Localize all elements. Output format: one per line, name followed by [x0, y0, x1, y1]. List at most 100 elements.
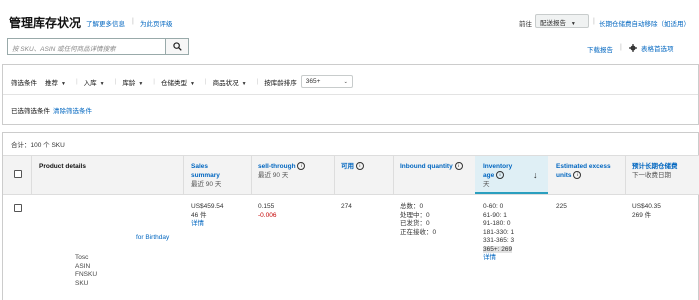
- row-checkbox[interactable]: [14, 204, 22, 212]
- ltsf-units: 269 件: [632, 211, 652, 219]
- search-icon: [172, 42, 182, 51]
- page-title: 管理库存状况: [9, 16, 82, 30]
- search-input[interactable]: 按 SKU、ASIN 或任何商品详情搜索: [7, 38, 165, 55]
- product-asin: ASIN: [75, 262, 91, 270]
- filter-panel: 筛选条件 推荐 ▼ | 入库 ▼ | 库龄 ▼ | 仓储类型 ▼ | 商品状况 ▼ | 按…: [2, 64, 699, 125]
- gear-icon: [629, 44, 637, 52]
- chevron-down-icon: ▼: [570, 21, 576, 27]
- divider: [251, 156, 252, 194]
- inbound-cell: 总数：0 处理中：0 已发货：0 正在接收：0: [400, 203, 436, 237]
- chevron-down-icon: ▼: [99, 80, 105, 87]
- chevron-down-icon: ⌄: [343, 79, 348, 85]
- divider: |: [114, 78, 117, 85]
- header-ltsf[interactable]: 预计长期仓储费 下一收费日期: [632, 162, 678, 180]
- divider: [183, 156, 184, 194]
- header-product-details: Product details: [39, 163, 86, 170]
- applied-filters: 已选筛选条件 清除筛选条件: [11, 105, 92, 115]
- chevron-down-icon: ▼: [241, 80, 247, 87]
- header-excess-line2: units: [556, 172, 572, 179]
- filter-inbound[interactable]: 入库 ▼: [84, 77, 105, 87]
- go-to-label: 前往: [519, 21, 532, 28]
- inventory-table: 合计：100 个 SKU Product details Sales summa…: [2, 132, 699, 300]
- select-all-checkbox[interactable]: [14, 170, 22, 178]
- learn-more-link[interactable]: 了解更多信息: [86, 18, 125, 28]
- header-age-line2: age: [483, 172, 495, 179]
- age-bucket: 61-90: 1: [483, 211, 507, 219]
- age-bucket: 0-60: 0: [483, 203, 504, 210]
- age-bucket: 181-330: 1: [483, 228, 515, 236]
- header-inventory-age[interactable]: Inventory age i 天: [483, 162, 512, 189]
- divider: |: [620, 44, 622, 51]
- inbound-working: 处理中：0: [400, 211, 430, 219]
- header-sales-line2: summary: [191, 172, 220, 179]
- divider: [3, 94, 698, 95]
- table-settings-button[interactable]: 表格首选项: [629, 43, 674, 53]
- product-brand: Tosc: [75, 254, 89, 261]
- age-detail-link[interactable]: 详情: [483, 254, 514, 263]
- total-count: 合计：100 个 SKU: [11, 142, 65, 149]
- header-inbound-label: Inbound quantity: [400, 163, 453, 170]
- sort-down-arrow-icon[interactable]: ↓: [533, 170, 538, 180]
- filter-storage-type[interactable]: 仓储类型 ▼: [161, 77, 195, 87]
- inbound-shipped: 已发货：0: [400, 220, 430, 227]
- filter-label-text: 商品状况: [212, 79, 239, 87]
- age-bucket: 331-365: 3: [483, 237, 515, 244]
- filter-condition[interactable]: 商品状况 ▼: [213, 77, 247, 87]
- info-icon[interactable]: i: [297, 162, 306, 171]
- header-excess-line1: Estimated excess: [556, 163, 611, 170]
- info-icon[interactable]: i: [573, 171, 582, 180]
- filter-recommended[interactable]: 推荐 ▼: [45, 77, 66, 87]
- divider: |: [153, 78, 155, 85]
- table-header: Product details Sales summary 最近 90 天 se…: [3, 155, 699, 195]
- product-identifiers: Tosc ASIN FNSKU SKU: [75, 254, 97, 288]
- divider: [334, 156, 335, 194]
- header-available[interactable]: 可用 i: [341, 162, 364, 171]
- inbound-total: 总数：0: [400, 203, 424, 210]
- product-title-fragment[interactable]: for Birthday: [136, 234, 169, 243]
- header-sales-summary[interactable]: Sales summary 最近 90 天: [191, 162, 221, 189]
- header-inbound-quantity[interactable]: Inbound quantity i: [400, 162, 463, 171]
- info-icon[interactable]: i: [355, 162, 364, 171]
- go-to-select[interactable]: 配送报告 ▼: [535, 14, 589, 28]
- header-sell-through-sub: 最近 90 天: [258, 172, 289, 179]
- chevron-down-icon: ▼: [138, 80, 144, 87]
- product-sku: SKU: [75, 279, 89, 287]
- sales-value: US$459.54: [191, 203, 224, 210]
- sales-detail-link[interactable]: 详情: [191, 220, 224, 229]
- header-ltsf-sub: 下一收费日期: [632, 172, 671, 179]
- info-icon[interactable]: i: [454, 162, 463, 171]
- available-value: 274: [341, 203, 352, 210]
- header-age-sub: 天: [483, 181, 490, 188]
- header-estimated-excess[interactable]: Estimated excess units i: [556, 162, 611, 180]
- search-button[interactable]: [165, 38, 189, 55]
- divider: |: [593, 18, 595, 25]
- header-sales-sub: 最近 90 天: [191, 181, 222, 188]
- header-sales-line1: Sales: [191, 163, 208, 170]
- sell-through-change: -0.006: [258, 211, 277, 219]
- divider: [625, 156, 626, 194]
- download-report-link[interactable]: 下载报告: [587, 44, 613, 54]
- inventory-age-cell: 0-60: 0 61-90: 1 91-180: 0 181-330: 1 33…: [483, 203, 514, 263]
- filter-label-text: 入库: [83, 79, 97, 87]
- sort-select[interactable]: 365+ ⌄: [300, 75, 353, 88]
- divider: |: [204, 78, 207, 85]
- chevron-down-icon: ▼: [61, 80, 66, 87]
- sort-label: 按库龄排序: [264, 79, 297, 87]
- divider: [31, 156, 32, 194]
- header-sell-through[interactable]: sell-through i 最近 90 天: [258, 162, 306, 180]
- filter-bar: 筛选条件 推荐 ▼ | 入库 ▼ | 库龄 ▼ | 仓储类型 ▼ | 商品状况 ▼ | 按…: [11, 75, 353, 88]
- sort-select-value: 365+: [305, 78, 321, 85]
- filter-label: 筛选条件: [11, 79, 37, 87]
- filter-age[interactable]: 库龄 ▼: [122, 77, 143, 87]
- clear-filters-link[interactable]: 清除筛选条件: [53, 105, 92, 115]
- sell-through-cell: 0.155 -0.006: [258, 203, 276, 220]
- go-to-select-value: 配送报告: [540, 20, 566, 27]
- divider: |: [75, 78, 78, 85]
- product-title-text: for Birthday: [136, 234, 170, 241]
- filter-label-text: 库龄: [122, 79, 136, 87]
- info-icon[interactable]: i: [496, 171, 505, 180]
- header-sell-through-label: sell-through: [258, 163, 296, 170]
- divider: |: [256, 78, 259, 85]
- removal-link[interactable]: 长期仓储费自动移除（如适用）: [599, 18, 690, 28]
- rate-page-link[interactable]: 为此页评级: [140, 18, 173, 28]
